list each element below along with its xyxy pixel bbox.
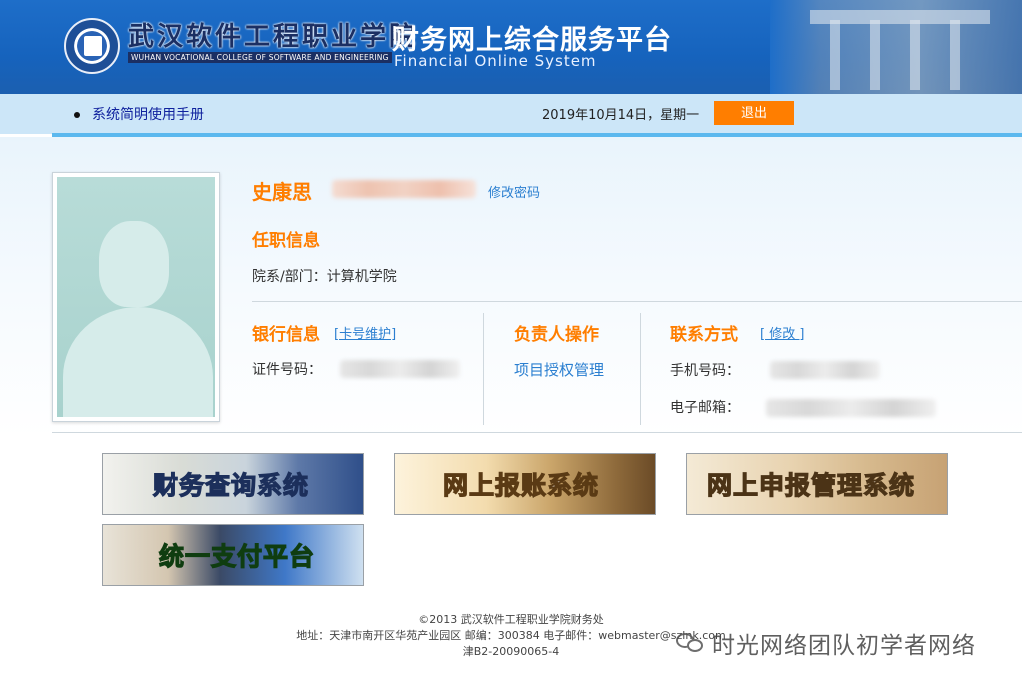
change-password-link[interactable]: 修改密码 [488, 182, 540, 201]
department-label: 院系/部门：计算机学院 [252, 269, 397, 285]
user-manual-link[interactable]: 系统简明使用手册 [92, 104, 204, 124]
school-name-cn: 武汉软件工程职业学院 [128, 22, 419, 52]
finance-query-banner[interactable]: 财务查询系统 [102, 453, 364, 515]
banner-label: 统一支付平台 [158, 541, 316, 571]
user-name: 史康思 [252, 180, 312, 204]
redacted-staff-id [332, 180, 476, 198]
redacted-email [766, 399, 936, 417]
site-header: 武汉软件工程职业学院 WUHAN VOCATIONAL COLLEGE OF S… [0, 0, 1022, 94]
footer-copyright: ©2013 武汉软件工程职业学院财务处 [418, 613, 604, 626]
avatar-silhouette-icon [57, 177, 215, 417]
bank-info-title: 银行信息 [252, 325, 320, 345]
bullet-icon [74, 112, 80, 118]
banner-label: 网上申报管理系统 [706, 470, 916, 500]
wechat-icon [676, 630, 706, 656]
school-name-en: WUHAN VOCATIONAL COLLEGE OF SOFTWARE AND… [128, 52, 392, 63]
section-divider [252, 301, 1022, 302]
user-photo [52, 172, 220, 422]
column-divider [483, 313, 484, 425]
current-date: 2019年10月14日，星期一 [542, 108, 700, 123]
logout-button[interactable]: 退出 [714, 101, 794, 125]
online-reimburse-banner[interactable]: 网上报账系统 [394, 453, 656, 515]
card-maintain-link[interactable]: [卡号维护] [334, 323, 396, 342]
employment-info-title: 任职信息 [252, 231, 320, 251]
contact-title: 联系方式 [670, 325, 738, 345]
redacted-id-number [340, 360, 460, 378]
online-declare-banner[interactable]: 网上申报管理系统 [686, 453, 948, 515]
system-title-en: Financial Online System [394, 52, 597, 70]
school-logo-icon [64, 18, 120, 74]
building-image [770, 0, 1022, 94]
banner-label: 网上报账系统 [442, 470, 600, 500]
id-number-label: 证件号码： [252, 362, 322, 378]
contact-edit-link[interactable]: [ 修改 ] [760, 323, 804, 342]
wechat-watermark: 时光网络团队初学者网络 [676, 626, 976, 660]
project-auth-link[interactable]: 项目授权管理 [514, 359, 604, 380]
unified-payment-banner[interactable]: 统一支付平台 [102, 524, 364, 586]
department-value: 计算机学院 [326, 269, 397, 285]
banner-label: 财务查询系统 [152, 470, 310, 500]
manager-ops-title: 负责人操作 [514, 325, 599, 345]
redacted-phone [770, 361, 880, 379]
top-nav-bar: 系统简明使用手册 2019年10月14日，星期一 退出 [0, 94, 1022, 134]
watermark-text: 时光网络团队初学者网络 [712, 633, 976, 659]
email-label: 电子邮箱： [670, 400, 740, 416]
section-divider [52, 432, 1022, 433]
column-divider [640, 313, 641, 425]
phone-label: 手机号码： [670, 363, 740, 379]
